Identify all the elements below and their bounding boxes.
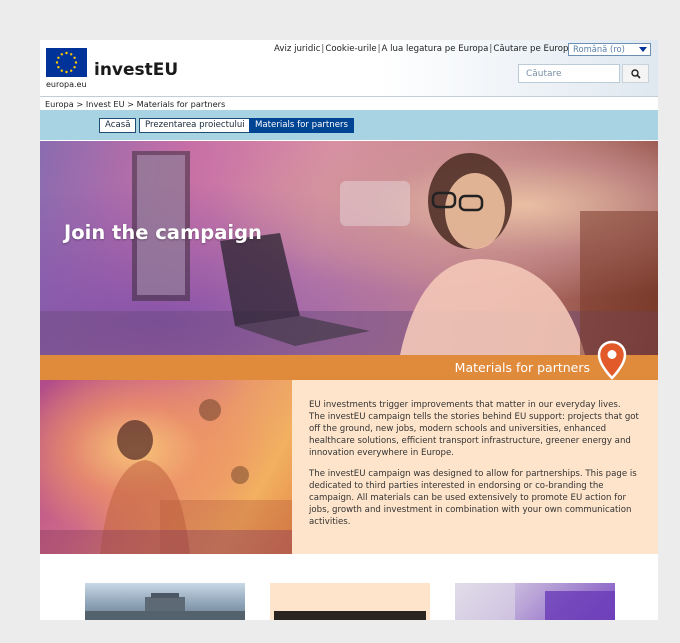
logo-caption: europa.eu: [46, 80, 87, 89]
workshop-illustration: [40, 399, 292, 554]
header-divider: [40, 96, 658, 97]
tab-project-overview[interactable]: Prezentarea proiectului: [139, 118, 251, 133]
intro-paragraph-2: The investEU campaign was designed to al…: [309, 469, 637, 527]
breadcrumb[interactable]: Europa > Invest EU > Materials for partn…: [45, 99, 225, 109]
site-title[interactable]: investEU: [94, 60, 178, 80]
page: europa.eu investEU Aviz juridic|Cookie-u…: [40, 40, 658, 620]
link-separator: |: [489, 44, 493, 54]
search-button[interactable]: [622, 64, 649, 83]
card-1-thumbnail: [85, 593, 245, 620]
language-select[interactable]: Română (ro): [568, 43, 651, 56]
eu-flag-icon[interactable]: [46, 48, 87, 77]
section-banner: Materials for partners: [40, 355, 658, 380]
top-link-contact[interactable]: A lua legatura pe Europa: [382, 44, 489, 54]
link-separator: |: [377, 44, 381, 54]
material-card-3[interactable]: [455, 583, 615, 620]
chevron-down-icon: [639, 47, 647, 52]
site-header: europa.eu investEU Aviz juridic|Cookie-u…: [40, 40, 658, 96]
card-3-thumbnail: [455, 583, 615, 620]
hero-title: Join the campaign: [64, 221, 262, 244]
top-link-search-europa[interactable]: Căutare pe Europa: [493, 44, 573, 54]
location-pin-icon: [597, 340, 627, 380]
section-banner-label: Materials for partners: [454, 360, 590, 375]
hero-image: Join the campaign: [40, 141, 658, 355]
link-separator: |: [321, 44, 325, 54]
intro-paragraph-1: EU investments trigger improvements that…: [309, 400, 639, 458]
top-links: Aviz juridic|Cookie-urile|A lua legatura…: [274, 44, 574, 54]
tab-materials-for-partners[interactable]: Materials for partners: [249, 118, 355, 133]
top-link-legal[interactable]: Aviz juridic: [274, 44, 320, 54]
intro-text-panel: EU investments trigger improvements that…: [292, 380, 658, 554]
card-2-thumbnail: [274, 611, 426, 620]
language-select-value: Română (ro): [573, 44, 625, 54]
main-nav: Acasă Prezentarea proiectului Materials …: [40, 110, 658, 140]
search-placeholder: Căutare: [526, 69, 562, 79]
hero-photo-illustration: [40, 151, 658, 355]
tab-home[interactable]: Acasă: [99, 118, 137, 133]
workshop-photo: [40, 380, 292, 554]
material-card-1[interactable]: [85, 583, 245, 620]
search-input[interactable]: Căutare: [518, 64, 620, 83]
search-icon: [631, 69, 641, 79]
material-card-2[interactable]: [270, 583, 430, 620]
top-link-cookies[interactable]: Cookie-urile: [325, 44, 376, 54]
